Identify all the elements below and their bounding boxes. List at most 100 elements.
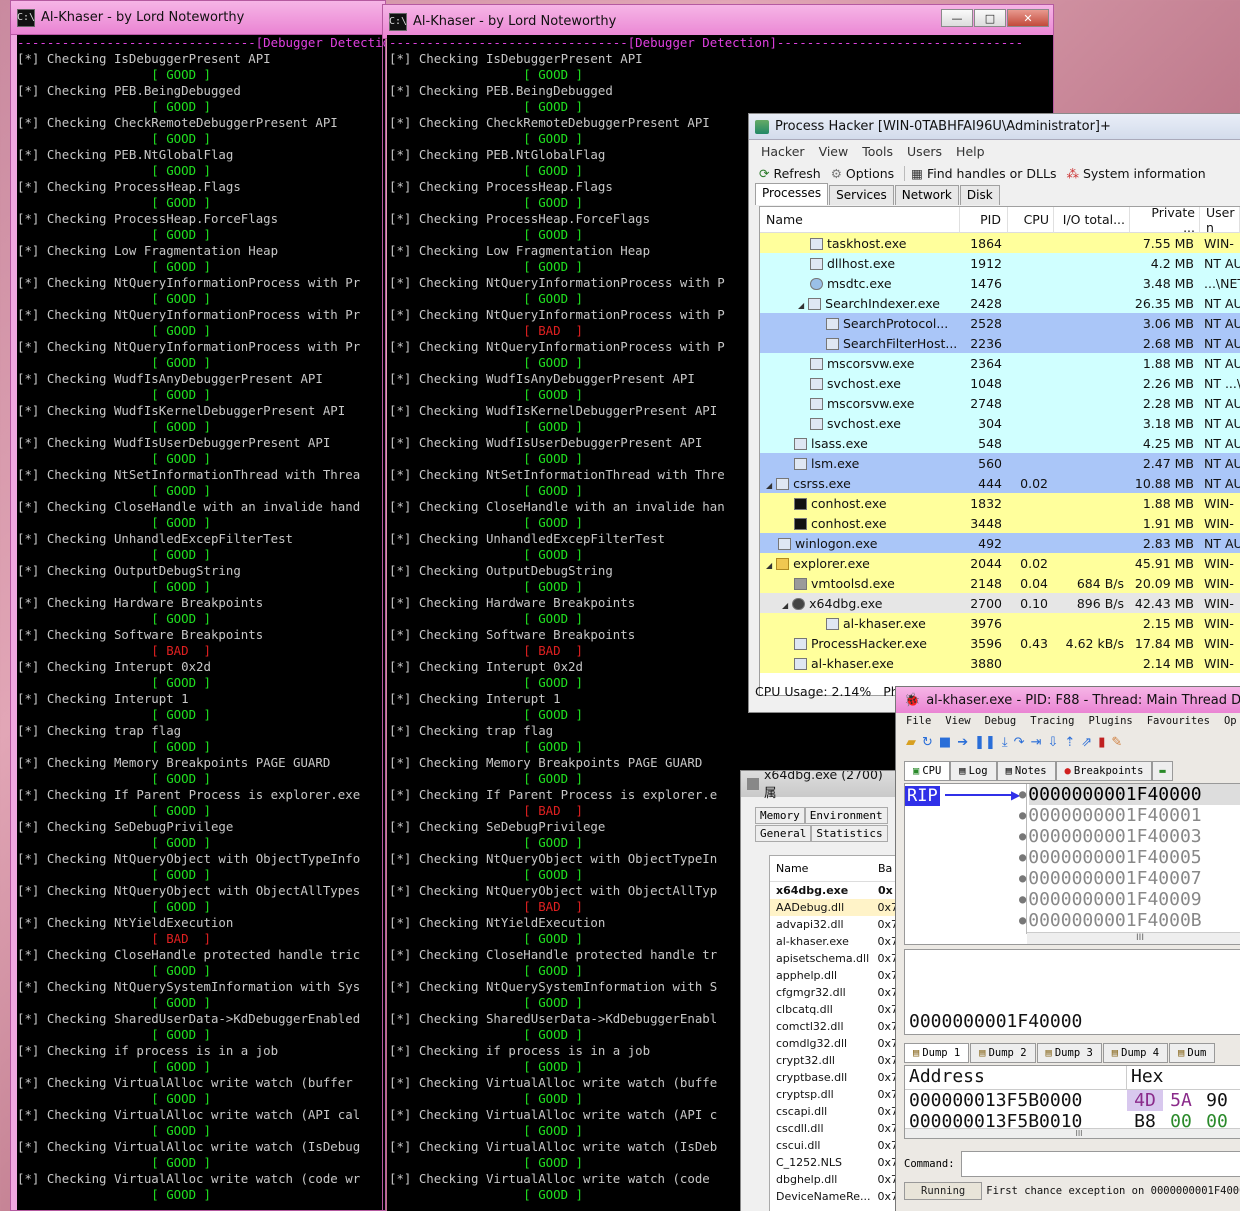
menu-view[interactable]: View — [819, 144, 849, 159]
disassembly-row[interactable]: ● 0000000001F40009 — [1019, 889, 1240, 910]
process-row[interactable]: al-khaser.exe 3976 2.15 MB WIN- — [760, 613, 1240, 633]
column-address[interactable]: Address — [905, 1066, 1127, 1089]
maximize-button[interactable]: □ — [974, 9, 1006, 27]
pause-icon[interactable]: ❚❚ — [974, 735, 996, 750]
tab-general[interactable]: General — [755, 825, 812, 842]
column-name[interactable]: Name — [760, 206, 960, 233]
module-row[interactable]: x64dbg.exe 0x — [770, 882, 898, 899]
expand-arrow-icon[interactable]: ◢ — [798, 301, 804, 310]
tab-dump-4[interactable]: ▤ Dump 4 — [1102, 1043, 1169, 1063]
module-row[interactable]: cscapi.dll 0x7 — [770, 1103, 898, 1120]
process-row[interactable]: conhost.exe 1832 1.88 MB WIN- — [760, 493, 1240, 513]
process-row[interactable]: dllhost.exe 1912 4.2 MB NT AU — [760, 253, 1240, 273]
command-input[interactable] — [960, 1151, 1240, 1177]
menu-help[interactable]: Help — [956, 144, 985, 159]
column-name[interactable]: Name — [770, 862, 874, 875]
menu-users[interactable]: Users — [907, 144, 942, 159]
process-row[interactable]: lsass.exe 548 4.25 MB NT AU — [760, 433, 1240, 453]
find-handles-button[interactable]: ▦ Find handles or DLLs — [904, 165, 1056, 181]
module-row[interactable]: crypt32.dll 0x7 — [770, 1052, 898, 1069]
console-window-left[interactable]: C:\ Al-Khaser - by Lord Noteworthy -----… — [10, 0, 386, 1211]
menu-tools[interactable]: Tools — [862, 144, 893, 159]
process-row[interactable]: SearchProtocol... 2528 3.06 MB NT AU — [760, 313, 1240, 333]
options-button[interactable]: ⚙ Options — [831, 166, 894, 181]
tab-processes[interactable]: Processes — [755, 183, 829, 205]
module-row[interactable]: dbghelp.dll 0x7 — [770, 1171, 898, 1188]
step-over-icon[interactable]: ↷ — [1014, 735, 1025, 750]
module-row[interactable]: apphelp.dll 0x7 — [770, 967, 898, 984]
trace-over-icon[interactable]: ⇩ — [1047, 735, 1058, 750]
tab-services[interactable]: Services — [829, 185, 894, 205]
module-row[interactable]: cscdll.dll 0x7 — [770, 1120, 898, 1137]
refresh-button[interactable]: ⟳ Refresh — [759, 166, 821, 181]
module-row[interactable]: clbcatq.dll 0x7 — [770, 1001, 898, 1018]
process-row[interactable]: taskhost.exe 1864 7.55 MB WIN- — [760, 233, 1240, 253]
module-row[interactable]: C_1252.NLS 0x7 — [770, 1154, 898, 1171]
window-title-bar[interactable]: 🐞 al-khaser.exe - PID: F88 - Thread: Mai… — [896, 687, 1240, 713]
restart-icon[interactable]: ↻ — [922, 735, 933, 750]
disassembly-row[interactable]: ● 0000000001F40000 — [1019, 784, 1240, 805]
tab-dump-3[interactable]: ▤ Dump 3 — [1036, 1043, 1102, 1063]
breakpoint-dot-icon[interactable]: ● — [1019, 805, 1026, 826]
x64dbg-window[interactable]: 🐞 al-khaser.exe - PID: F88 - Thread: Mai… — [895, 686, 1240, 1211]
modules-list[interactable]: Name Ba x64dbg.exe 0x AADebug.dll 0x7 advapi… — [769, 855, 899, 1211]
module-row[interactable]: cryptbase.dll 0x7 — [770, 1069, 898, 1086]
menu-file[interactable]: File — [906, 715, 931, 727]
breakpoint-dot-icon[interactable]: ● — [1019, 847, 1026, 868]
tab-dump-2[interactable]: ▤ Dump 2 — [970, 1043, 1036, 1063]
process-row[interactable]: vmtoolsd.exe 2148 0.04 684 B/s 20.09 MB WIN- — [760, 573, 1240, 593]
process-tree[interactable]: Name PID CPU I/O total... Private ... Us… — [759, 205, 1240, 696]
expand-arrow-icon[interactable]: ◢ — [782, 601, 788, 610]
process-row[interactable]: ◢ SearchIndexer.exe 2428 26.35 MB NT AU — [760, 293, 1240, 313]
disassembly-row[interactable]: ● 0000000001F40007 — [1019, 868, 1240, 889]
module-row[interactable]: comctl32.dll 0x7 — [770, 1018, 898, 1035]
process-row[interactable]: ◢ explorer.exe 2044 0.02 45.91 MB WIN- — [760, 553, 1240, 573]
execute-till-return-icon[interactable]: ⇡ — [1064, 735, 1075, 750]
minimize-button[interactable]: — — [941, 9, 973, 27]
menu-debug[interactable]: Debug — [985, 715, 1017, 727]
run-icon[interactable]: ➔ — [957, 735, 968, 750]
menu-tracing[interactable]: Tracing — [1030, 715, 1074, 727]
column-private-bytes[interactable]: Private ... — [1130, 205, 1200, 235]
column-io-total[interactable]: I/O total... — [1054, 206, 1130, 233]
open-icon[interactable]: ▰ — [906, 735, 916, 750]
process-row[interactable]: mscorsvw.exe 2364 1.88 MB NT AU — [760, 353, 1240, 373]
step-into-icon[interactable]: ⤓ — [1002, 735, 1008, 750]
process-row[interactable]: svchost.exe 304 3.18 MB NT AU — [760, 413, 1240, 433]
expand-arrow-icon[interactable]: ◢ — [766, 561, 772, 570]
process-row[interactable]: conhost.exe 3448 1.91 MB WIN- — [760, 513, 1240, 533]
module-row[interactable]: cfgmgr32.dll 0x7 — [770, 984, 898, 1001]
process-row[interactable]: mscorsvw.exe 2748 2.28 MB NT AU — [760, 393, 1240, 413]
tab-log[interactable]: ▤ Log — [950, 761, 997, 781]
breakpoint-dot-icon[interactable]: ● — [1019, 784, 1026, 805]
module-row[interactable]: AADebug.dll 0x7 — [770, 899, 898, 916]
menu-view[interactable]: View — [945, 715, 970, 727]
window-title-bar[interactable]: C:\ Al-Khaser - by Lord Noteworthy — [11, 1, 385, 35]
tab-disk[interactable]: Disk — [959, 185, 1000, 205]
process-hacker-window[interactable]: Process Hacker [WIN-0TABHFAI96U\Administ… — [748, 113, 1240, 713]
tab-memory[interactable]: Memory — [755, 807, 805, 824]
disassembly-row[interactable]: ● 0000000001F40005 — [1019, 847, 1240, 868]
column-base[interactable]: Ba — [874, 862, 892, 875]
tab-network[interactable]: Network — [894, 185, 959, 205]
stop-icon[interactable]: ■ — [939, 735, 951, 750]
module-row[interactable]: advapi32.dll 0x7 — [770, 916, 898, 933]
trace-into-icon[interactable]: ⇥ — [1031, 735, 1042, 750]
dump-row[interactable]: 000000013F5B0000 4D 5A 90 — [905, 1090, 1240, 1111]
disassembly-view[interactable]: RIP ▶ ● 0000000001F40000 ● 0000000001F40001… — [904, 783, 1240, 945]
tab-notes[interactable]: ▤ Notes — [996, 761, 1056, 781]
module-row[interactable]: al-khaser.exe 0x7 — [770, 933, 898, 950]
window-title-bar[interactable]: x64dbg.exe (2700) 属 — [741, 771, 899, 800]
column-pid[interactable]: PID — [960, 206, 1008, 233]
process-row[interactable]: msdtc.exe 1476 3.48 MB ...\NET — [760, 273, 1240, 293]
process-row[interactable]: ◢ csrss.exe 444 0.02 10.88 MB NT AU — [760, 473, 1240, 493]
tab-environment[interactable]: Environment — [804, 807, 888, 824]
process-row[interactable]: ProcessHacker.exe 3596 0.43 4.62 kB/s 17.84 … — [760, 633, 1240, 653]
process-row[interactable]: SearchFilterHost... 2236 2.68 MB NT AU — [760, 333, 1240, 353]
expand-arrow-icon[interactable]: ◢ — [766, 481, 772, 490]
close-button[interactable]: ✕ — [1007, 9, 1049, 27]
system-information-button[interactable]: ⁂ System information — [1066, 166, 1205, 181]
menu-plugins[interactable]: Plugins — [1088, 715, 1132, 727]
module-row[interactable]: cscui.dll 0x7 — [770, 1137, 898, 1154]
tab-memory-map[interactable]: ▬ — [1152, 761, 1173, 781]
